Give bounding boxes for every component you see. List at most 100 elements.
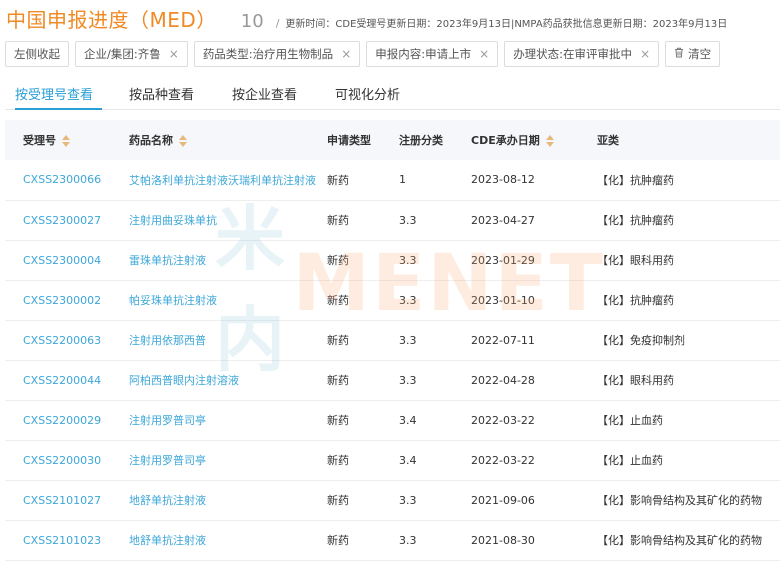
drug-name-cell[interactable]: 地舒单抗注射液 — [129, 520, 327, 560]
table-row: CXSS2101023 地舒单抗注射液 新药 3.3 2021-08-30 【化】影响骨结… — [5, 520, 780, 560]
registration-class-cell: 3.3 — [399, 533, 417, 547]
view-tabs: 按受理号查看 按品种查看 按企业查看 可视化分析 — [5, 80, 780, 110]
acceptance-number-cell[interactable]: CXSS2300027 — [23, 200, 129, 240]
column-header-subclass: 亚类 — [597, 134, 619, 147]
acceptance-number-cell[interactable]: CXSS2200029 — [23, 400, 129, 440]
acceptance-number-cell[interactable]: CXSS2200063 — [23, 320, 129, 360]
drug-name-cell[interactable]: 地舒单抗注射液 — [129, 480, 327, 520]
filter-chip-company[interactable]: 企业/集团:齐鲁 × — [75, 41, 188, 67]
application-type-cell: 新药 — [327, 454, 349, 467]
tab-visual-analysis[interactable]: 可视化分析 — [335, 84, 400, 110]
table-row: CXSS2200029 注射用罗普司亭 新药 3.4 2022-03-22 【化】止血药 — [5, 400, 780, 440]
sort-icon[interactable] — [545, 135, 554, 147]
registration-class-cell: 3.4 — [399, 453, 417, 467]
cde-date-cell: 2023-04-27 — [471, 213, 535, 227]
close-icon[interactable]: × — [640, 47, 650, 61]
update-time-text: 更新时间：CDE受理号更新日期：2023年9月13日|NMPA药品获批信息更新日… — [285, 19, 728, 30]
subclass-cell: 【化】抗肿瘤药 — [597, 294, 674, 307]
drug-name-cell[interactable]: 注射用罗普司亭 — [129, 440, 327, 480]
acceptance-number-cell[interactable]: CXSS2300004 — [23, 240, 129, 280]
results-table-container: 受理号 药品名称 申请类型 注册分类 CDE承办日期 亚类 CXSS230006… — [5, 120, 780, 563]
acceptance-number-cell[interactable]: CXSS2101023 — [23, 520, 129, 560]
column-header-cde-date[interactable]: CDE承办日期 — [471, 120, 597, 160]
table-row: CXSS2300027 注射用曲妥珠单抗 新药 3.3 2023-04-27 【化】抗肿瘤… — [5, 200, 780, 240]
cde-date-cell: 2021-08-30 — [471, 533, 535, 547]
drug-name-cell[interactable]: 注射用罗普司亭 — [129, 400, 327, 440]
registration-class-cell: 1 — [399, 173, 406, 187]
table-row: CXSS2200030 注射用罗普司亭 新药 3.4 2022-03-22 【化】止血药 — [5, 440, 780, 480]
clear-filters-button[interactable]: 清空 — [665, 41, 721, 67]
page-title: 中国申报进度（MED） — [6, 8, 217, 32]
column-header-application-type: 申请类型 — [327, 134, 371, 147]
subclass-cell: 【化】眼科用药 — [597, 374, 674, 387]
registration-class-cell: 3.3 — [399, 253, 417, 267]
cde-date-cell: 2022-07-11 — [471, 333, 535, 347]
subclass-cell: 【化】抗肿瘤药 — [597, 214, 674, 227]
subclass-cell: 【化】眼科用药 — [597, 254, 674, 267]
cde-date-cell: 2022-03-22 — [471, 453, 535, 467]
clear-filters-label: 清空 — [688, 47, 712, 61]
filter-chip-label: 办理状态:在审评审批中 — [513, 47, 633, 61]
close-icon[interactable]: × — [169, 47, 179, 61]
subclass-cell: 【化】止血药 — [597, 454, 663, 467]
collapse-left-button[interactable]: 左侧收起 — [5, 41, 69, 67]
application-type-cell: 新药 — [327, 414, 349, 427]
application-type-cell: 新药 — [327, 494, 349, 507]
table-body: CXSS2300066 艾帕洛利单抗注射液沃瑞利单抗注射液新药 1 2023-08-1… — [5, 160, 780, 560]
tab-by-acceptance-number[interactable]: 按受理号查看 — [15, 84, 102, 110]
table-header-row: 受理号 药品名称 申请类型 注册分类 CDE承办日期 亚类 — [5, 120, 780, 160]
drug-name-cell[interactable]: 艾帕洛利单抗注射液沃瑞利单抗注射液 — [129, 160, 327, 200]
table-row: CXSS2300004 雷珠单抗注射液 新药 3.3 2023-01-29 【化】眼科用药 — [5, 240, 780, 280]
cde-date-cell: 2023-08-12 — [471, 173, 535, 187]
drug-name-cell[interactable]: 注射用依那西普 — [129, 320, 327, 360]
acceptance-number-cell[interactable]: CXSS2200044 — [23, 360, 129, 400]
filter-chip-status[interactable]: 办理状态:在审评审批中 × — [504, 41, 660, 67]
table-row: CXSS2300066 艾帕洛利单抗注射液沃瑞利单抗注射液 新药 1 2023-08-1… — [5, 160, 780, 200]
registration-class-cell: 3.3 — [399, 293, 417, 307]
column-header-acceptance-number[interactable]: 受理号 — [23, 120, 129, 160]
drug-name-cell[interactable]: 帕妥珠单抗注射液 — [129, 280, 327, 320]
result-count: 10 — [240, 11, 264, 32]
acceptance-number-cell[interactable]: CXSS2200030 — [23, 440, 129, 480]
drug-name-cell[interactable]: 雷珠单抗注射液 — [129, 240, 327, 280]
application-type-cell: 新药 — [327, 294, 349, 307]
cde-date-cell: 2021-09-06 — [471, 493, 535, 507]
subclass-cell: 【化】影响骨结构及其矿化的药物 — [597, 534, 762, 547]
acceptance-number-cell[interactable]: CXSS2101027 — [23, 480, 129, 520]
registration-class-cell: 3.3 — [399, 333, 417, 347]
subclass-cell: 【化】抗肿瘤药 — [597, 173, 674, 187]
trash-icon — [674, 47, 684, 61]
page-header: 中国申报进度（MED） 10 / 更新时间：CDE受理号更新日期：2023年9月… — [6, 4, 776, 32]
cde-date-cell: 2023-01-10 — [471, 293, 535, 307]
results-table: 受理号 药品名称 申请类型 注册分类 CDE承办日期 亚类 CXSS230006… — [5, 120, 780, 561]
acceptance-number-cell[interactable]: CXSS2300002 — [23, 280, 129, 320]
close-icon[interactable]: × — [341, 47, 351, 61]
sort-icon[interactable] — [62, 135, 70, 147]
column-header-drug-name[interactable]: 药品名称 — [129, 120, 327, 160]
registration-class-cell: 3.3 — [399, 493, 417, 507]
subclass-cell: 【化】免疫抑制剂 — [597, 334, 685, 347]
sort-icon[interactable] — [179, 135, 187, 147]
application-type-cell: 新药 — [327, 374, 349, 387]
cde-date-cell: 2022-04-28 — [471, 373, 535, 387]
tab-by-company[interactable]: 按企业查看 — [232, 84, 297, 110]
application-type-cell: 新药 — [327, 214, 349, 227]
application-type-cell: 新药 — [327, 254, 349, 267]
subclass-cell: 【化】止血药 — [597, 414, 663, 427]
registration-class-cell: 3.3 — [399, 373, 417, 387]
application-type-cell: 新药 — [327, 534, 349, 547]
cde-date-cell: 2022-03-22 — [471, 413, 535, 427]
tab-by-variety[interactable]: 按品种查看 — [129, 84, 194, 110]
table-row: CXSS2200063 注射用依那西普 新药 3.3 2022-07-11 【化】免疫抑制… — [5, 320, 780, 360]
collapse-left-label: 左侧收起 — [14, 47, 60, 61]
acceptance-number-cell[interactable]: CXSS2300066 — [23, 160, 129, 200]
filter-chip-drug-type[interactable]: 药品类型:治疗用生物制品 × — [193, 41, 361, 67]
close-icon[interactable]: × — [479, 47, 489, 61]
filter-chip-label: 申报内容:申请上市 — [375, 47, 472, 61]
drug-name-cell[interactable]: 阿柏西普眼内注射溶液 — [129, 360, 327, 400]
filter-chip-application[interactable]: 申报内容:申请上市 × — [366, 41, 499, 67]
table-row: CXSS2300002 帕妥珠单抗注射液 新药 3.3 2023-01-10 【化】抗肿瘤… — [5, 280, 780, 320]
cde-date-cell: 2023-01-29 — [471, 253, 535, 267]
drug-name-cell[interactable]: 注射用曲妥珠单抗 — [129, 200, 327, 240]
table-row: CXSS2101027 地舒单抗注射液 新药 3.3 2021-09-06 【化】影响骨结… — [5, 480, 780, 520]
